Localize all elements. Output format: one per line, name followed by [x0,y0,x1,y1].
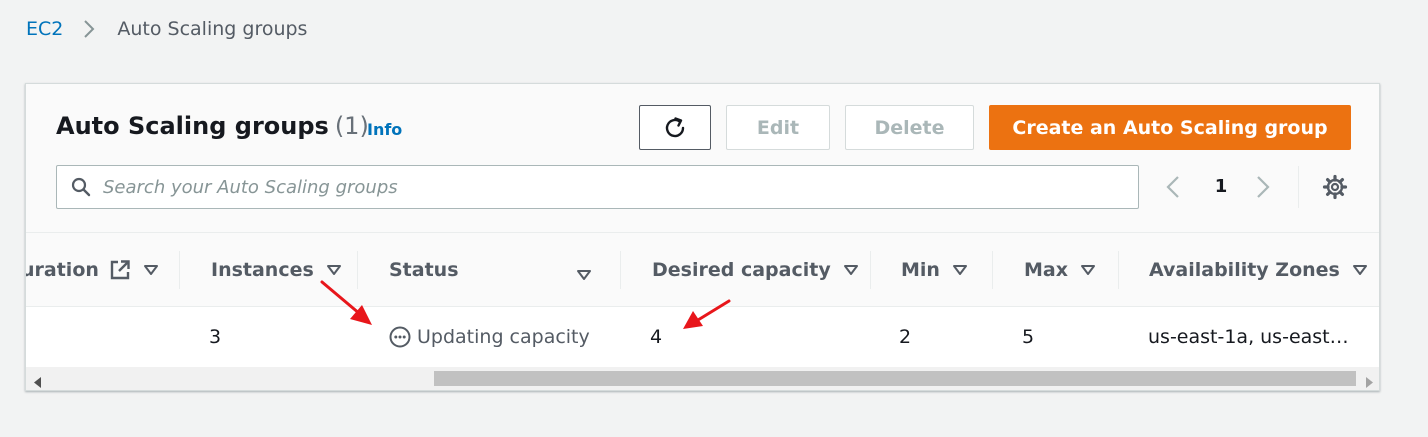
cell-availability-zones: us-east-1a, us-east… [1148,326,1349,348]
sort-icon[interactable] [326,264,342,276]
cell-min: 2 [899,326,912,348]
cell-status: Updating capacity [389,326,590,348]
create-auto-scaling-group-button[interactable]: Create an Auto Scaling group [989,105,1351,150]
sort-icon[interactable] [1080,264,1096,276]
external-link-icon[interactable] [109,259,131,281]
column-divider [620,251,621,289]
previous-page-icon[interactable] [1165,174,1181,204]
pager-divider [1298,166,1299,208]
search-field[interactable] [56,165,1139,209]
sort-icon[interactable] [1352,264,1368,276]
auto-scaling-groups-panel: Auto Scaling groups (1) Info Edit Delete … [25,83,1380,391]
column-divider [1118,251,1119,289]
search-icon [71,177,91,197]
breadcrumb-current: Auto Scaling groups [117,18,308,40]
refresh-icon [662,115,688,141]
column-header-availability-zones[interactable]: Availability Zones [1149,259,1368,281]
sort-icon[interactable] [952,264,968,276]
panel-header: Auto Scaling groups (1) Info Edit Delete … [26,84,1379,233]
column-header-max[interactable]: Max [1024,259,1096,281]
gear-icon[interactable] [1322,174,1348,204]
sort-icon[interactable] [843,264,859,276]
scrollbar-thumb[interactable] [434,371,1356,386]
cell-instances: 3 [209,326,222,348]
sort-icon[interactable] [143,264,159,276]
column-header-desired-capacity[interactable]: Desired capacity [652,259,859,281]
delete-button[interactable]: Delete [845,105,974,150]
scroll-right-icon[interactable] [1365,373,1373,390]
chevron-right-icon [83,19,95,39]
column-divider [870,251,871,289]
scroll-left-icon[interactable] [34,373,42,390]
column-divider [179,251,180,289]
breadcrumb-ec2-link[interactable]: EC2 [26,18,63,40]
column-header-status[interactable]: Status [389,259,459,281]
breadcrumb: EC2 Auto Scaling groups [26,17,307,41]
title-text: Auto Scaling groups [56,112,329,140]
table-header: uration Instances Status Desired capacit… [26,233,1379,307]
status-text: Updating capacity [417,326,590,348]
column-header-launch-configuration[interactable]: uration [26,259,159,281]
page-number[interactable]: 1 [1214,176,1228,197]
column-divider [357,251,358,289]
page-title: Auto Scaling groups (1) [56,112,369,140]
sort-icon[interactable] [576,266,592,285]
cell-desired-capacity: 4 [650,326,663,348]
table-row[interactable]: 3 Updating capacity 4 2 5 us-east-1a, us… [26,307,1379,367]
search-input[interactable] [101,175,1105,199]
column-divider [992,251,993,289]
horizontal-scrollbar[interactable] [26,367,1379,390]
column-header-min[interactable]: Min [901,259,968,281]
column-header-instances[interactable]: Instances [211,259,342,281]
group-count: (1) [334,112,369,140]
next-page-icon[interactable] [1255,174,1271,204]
info-link[interactable]: Info [367,120,402,139]
in-progress-icon [389,326,411,348]
cell-max: 5 [1022,326,1035,348]
refresh-button[interactable] [639,105,711,150]
edit-button[interactable]: Edit [726,105,830,150]
